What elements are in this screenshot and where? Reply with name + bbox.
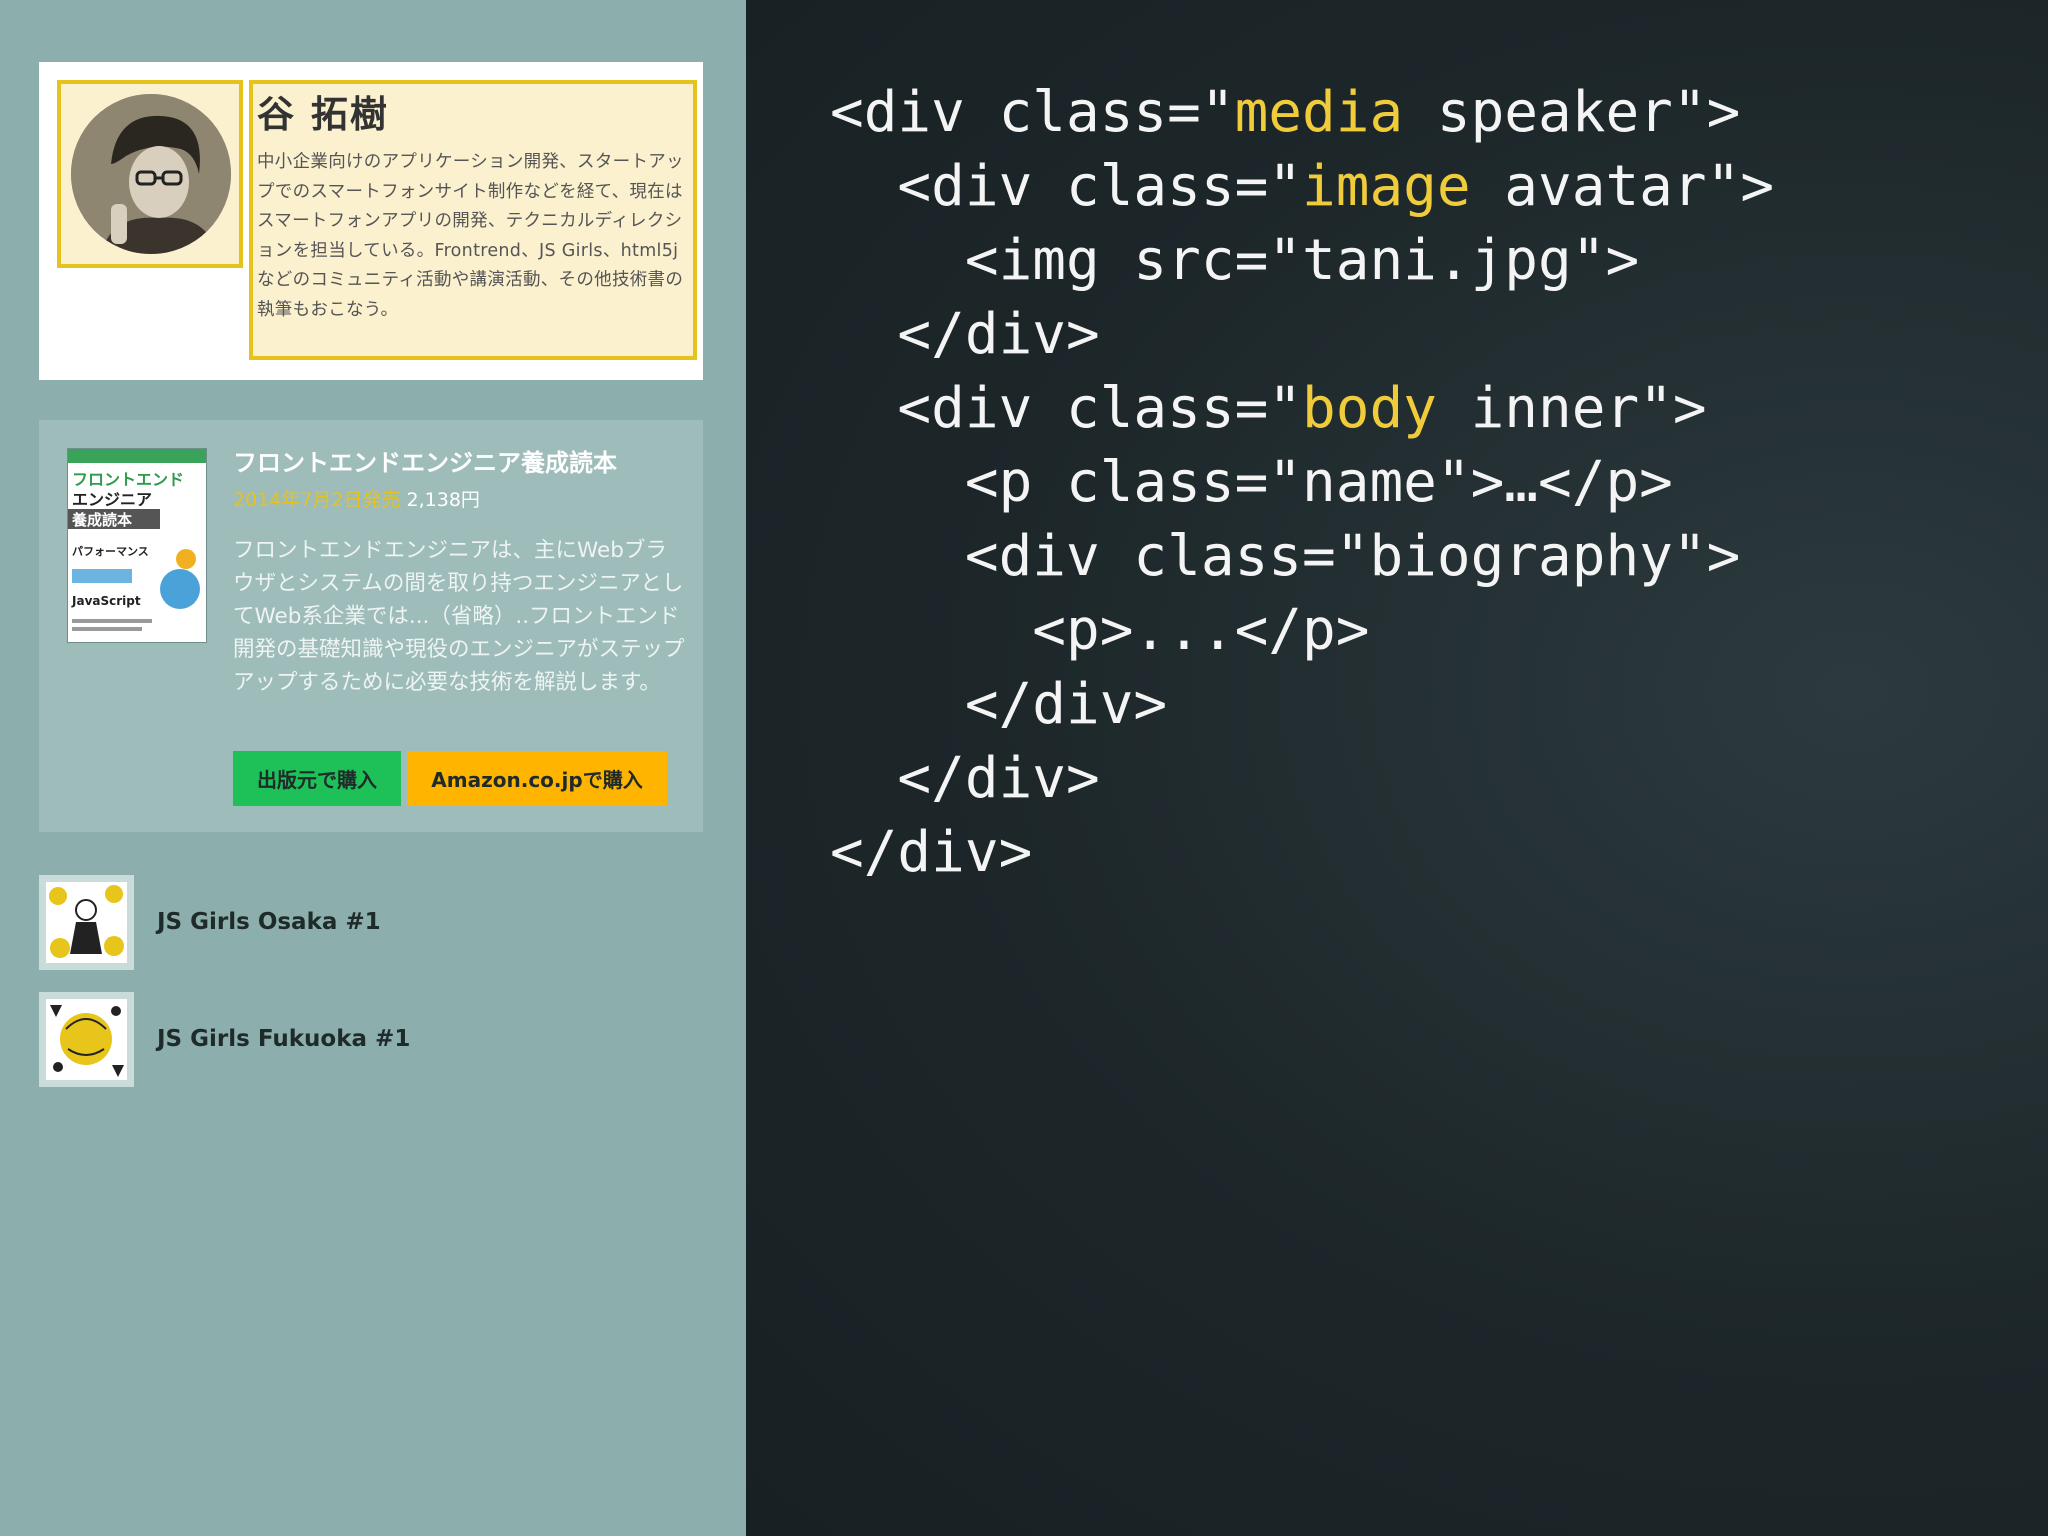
book-description: フロントエンドエンジニアは、主にWebブラウザとシステムの間を取り持つエンジニア… bbox=[233, 538, 685, 695]
code-line: <p class="name">…</p> bbox=[830, 450, 1673, 515]
event-item[interactable]: JS Girls Fukuoka #1 bbox=[39, 992, 679, 1087]
code-line: <div class="biography"> bbox=[830, 524, 1741, 589]
event-label[interactable]: JS Girls Fukuoka #1 bbox=[157, 992, 410, 1087]
code-line: <div class="body inner"> bbox=[830, 376, 1707, 441]
speaker-name: 谷 拓樹 bbox=[257, 93, 389, 136]
avatar bbox=[71, 94, 231, 254]
code-line: </div> bbox=[830, 302, 1100, 367]
cover-subtitle2-text: 養成読本 bbox=[71, 511, 132, 529]
avatar-frame bbox=[57, 80, 243, 268]
event-thumbnail bbox=[39, 875, 134, 970]
speaker-body: 谷 拓樹 中小企業向けのアプリケーション開発、スタートアップでのスマートフォンサ… bbox=[249, 80, 697, 360]
code-line: <div class="media speaker"> bbox=[830, 80, 1741, 145]
book-price: 2,138円 bbox=[406, 489, 480, 511]
book-title[interactable]: フロントエンドエンジニア養成読本 bbox=[233, 444, 683, 482]
buy-on-amazon-button[interactable]: Amazon.co.jpで購入 bbox=[407, 751, 667, 806]
cover-subtitle-text: エンジニア bbox=[72, 490, 152, 509]
buy-from-publisher-button[interactable]: 出版元で購入 bbox=[233, 751, 401, 806]
book-card: フロントエンド エンジニア 養成読本 パフォーマンス JavaScript フロ… bbox=[39, 420, 703, 832]
speaker-card: 谷 拓樹 中小企業向けのアプリケーション開発、スタートアップでのスマートフォンサ… bbox=[39, 62, 703, 380]
speaker-biography: 中小企業向けのアプリケーション開発、スタートアップでのスマートフォンサイト制作な… bbox=[257, 152, 684, 320]
code-line: </div> bbox=[830, 672, 1168, 737]
cover-title-text: フロントエンド bbox=[72, 470, 184, 489]
event-label[interactable]: JS Girls Osaka #1 bbox=[157, 875, 381, 970]
event-item[interactable]: JS Girls Osaka #1 bbox=[39, 875, 679, 970]
code-line: </div> bbox=[830, 746, 1100, 811]
event-thumbnail bbox=[39, 992, 134, 1087]
code-block: <div class="media speaker"> <div class="… bbox=[830, 76, 1774, 890]
cover-perf-text: パフォーマンス bbox=[72, 545, 149, 558]
book-meta: 2014年7月2日発売 2,138円 bbox=[233, 484, 683, 516]
left-panel: 谷 拓樹 中小企業向けのアプリケーション開発、スタートアップでのスマートフォンサ… bbox=[0, 0, 746, 1536]
code-line: <img src="tani.jpg"> bbox=[830, 228, 1640, 293]
code-line: <p>...</p> bbox=[830, 598, 1370, 663]
book-cover-image[interactable]: フロントエンド エンジニア 養成読本 パフォーマンス JavaScript bbox=[67, 448, 207, 643]
cover-js-text: JavaScript bbox=[71, 594, 141, 608]
code-line: <div class="image avatar"> bbox=[830, 154, 1775, 219]
code-line: </div> bbox=[830, 820, 1033, 885]
book-release-date: 2014年7月2日発売 bbox=[233, 489, 401, 511]
